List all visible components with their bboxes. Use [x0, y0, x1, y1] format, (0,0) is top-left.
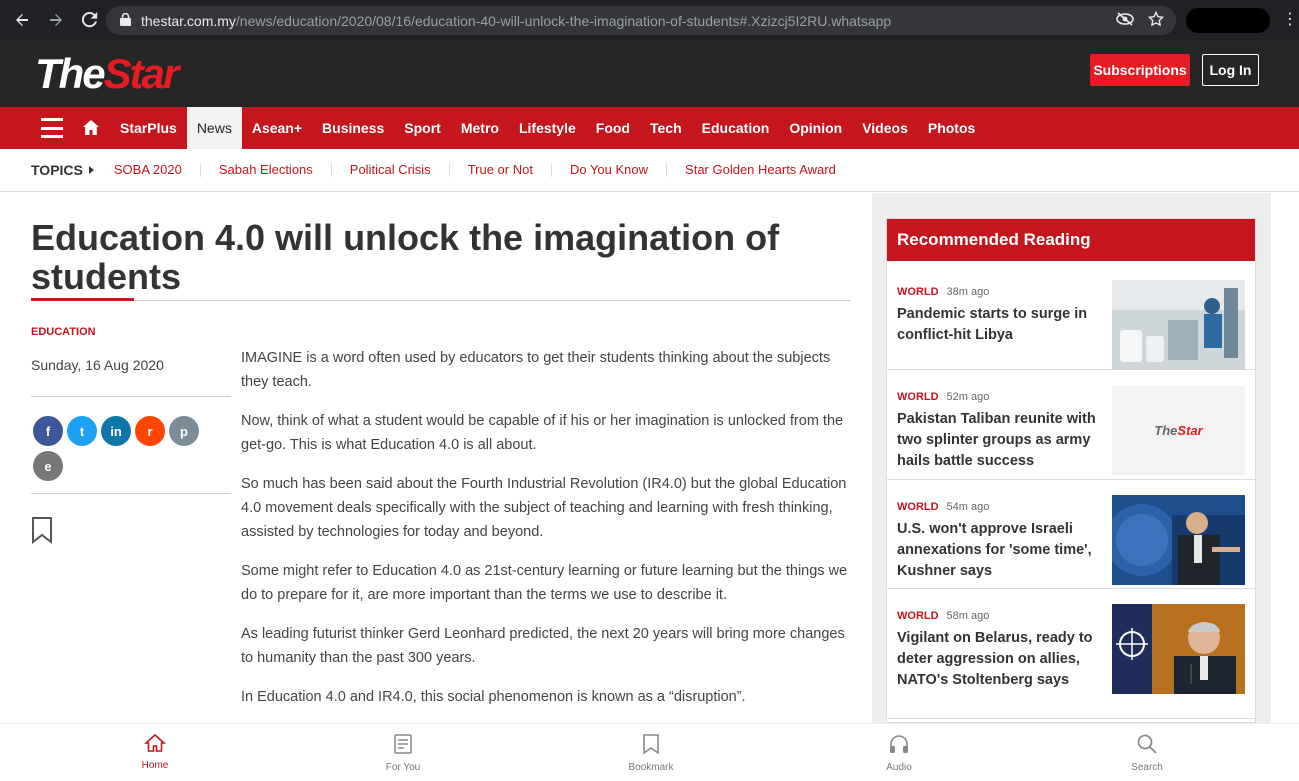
article-paragraph: In Education 4.0 and IR4.0, this social … — [241, 689, 746, 705]
login-button[interactable]: Log In — [1202, 54, 1259, 86]
subscriptions-button[interactable]: Subscriptions — [1090, 54, 1190, 86]
recommended-item[interactable]: WORLD 38m ago Pandemic starts to surge in… — [887, 262, 1255, 370]
divider — [31, 493, 231, 494]
star-bookmark-icon[interactable] — [1147, 10, 1165, 30]
headline-accent — [31, 298, 134, 301]
back-icon[interactable] — [8, 6, 36, 34]
bottom-nav-home[interactable]: Home — [115, 733, 195, 771]
topics-bar: TOPICS SOBA 2020 Sabah Elections Political… — [0, 149, 1299, 192]
topic-link[interactable]: SOBA 2020 — [96, 163, 201, 177]
nav-item-photos[interactable]: Photos — [918, 107, 985, 149]
article-category[interactable]: EDUCATION — [31, 326, 96, 338]
home-icon — [143, 733, 167, 756]
facebook-share-icon[interactable]: f — [33, 416, 63, 446]
rec-category[interactable]: WORLD — [897, 501, 939, 513]
nav-item-sport[interactable]: Sport — [394, 107, 451, 149]
rec-category[interactable]: WORLD — [897, 610, 939, 622]
nav-item-food[interactable]: Food — [586, 107, 640, 149]
masthead: TheStar Subscriptions Log In — [0, 40, 1299, 107]
rec-time: 58m ago — [946, 610, 990, 622]
bottom-nav-search[interactable]: Search — [1107, 733, 1187, 773]
url-path: /news/education/2020/08/16/education-40-… — [235, 12, 892, 29]
triangle-right-icon — [88, 166, 94, 174]
nav-item-education[interactable]: Education — [692, 107, 780, 149]
rec-title[interactable]: Pakistan Taliban reunite with two splint… — [897, 409, 1097, 472]
nav-items: StarPlus News Asean+ Business Sport Metro Life… — [110, 107, 985, 149]
browser-toolbar: thestar.com.my/news/education/2020/08/16… — [0, 0, 1299, 40]
bottom-nav: Home For You Bookmark Audio Search — [0, 723, 1299, 781]
nav-item-lifestyle[interactable]: Lifestyle — [509, 107, 586, 149]
bookmark-icon — [642, 733, 660, 758]
rec-time: 54m ago — [946, 501, 990, 513]
article-body: IMAGINE is a word often used by educator… — [241, 346, 851, 724]
article-paragraph: IMAGINE is a word often used by educator… — [241, 350, 831, 390]
twitter-share-icon[interactable]: t — [67, 416, 97, 446]
topic-link[interactable]: Do You Know — [552, 163, 668, 177]
bottom-nav-for-you[interactable]: For You — [363, 733, 443, 773]
topics-list: SOBA 2020 Sabah Elections Political Crisis… — [96, 163, 854, 177]
rec-thumbnail[interactable] — [1112, 495, 1245, 585]
url-host: thestar.com.my — [141, 12, 236, 29]
rec-category[interactable]: WORLD — [897, 286, 939, 298]
recommended-item[interactable]: WORLD 52m ago Pakistan Taliban reunite wi… — [887, 370, 1255, 480]
rec-time: 38m ago — [946, 286, 990, 298]
topic-link[interactable]: Sabah Elections — [201, 163, 332, 177]
home-icon[interactable] — [82, 119, 100, 141]
nav-item-starplus[interactable]: StarPlus — [110, 107, 187, 149]
search-icon — [1136, 733, 1158, 758]
rec-title[interactable]: Pandemic starts to surge in conflict-hit… — [897, 304, 1097, 346]
article-paragraph: Now, think of what a student would be ca… — [241, 413, 844, 453]
newspaper-icon — [393, 733, 413, 758]
nav-item-videos[interactable]: Videos — [852, 107, 918, 149]
rec-thumbnail[interactable] — [1112, 280, 1245, 370]
profile-avatar[interactable] — [1186, 8, 1270, 33]
article-headline: Education 4.0 will unlock the imaginatio… — [31, 217, 780, 297]
article-date: Sunday, 16 Aug 2020 — [31, 357, 164, 373]
bottom-nav-bookmark[interactable]: Bookmark — [611, 733, 691, 773]
email-share-icon[interactable]: e — [33, 451, 63, 481]
placeholder-logo: TheStar — [1154, 423, 1203, 438]
print-icon[interactable]: p — [169, 416, 199, 446]
rec-title[interactable]: U.S. won't approve Israeli annexations f… — [897, 519, 1097, 582]
topic-link[interactable]: Star Golden Hearts Award — [667, 163, 854, 177]
site-logo[interactable]: TheStar — [35, 52, 179, 96]
more-menu-icon[interactable]: ⋮ — [1282, 10, 1298, 30]
article-paragraph: So much has been said about the Fourth I… — [241, 476, 847, 540]
bookmark-icon[interactable] — [31, 516, 53, 549]
topic-link[interactable]: True or Not — [450, 163, 552, 177]
nav-item-news[interactable]: News — [186, 107, 242, 149]
eye-slash-icon[interactable] — [1116, 12, 1134, 29]
reload-icon[interactable] — [76, 6, 104, 34]
headphones-icon — [888, 733, 910, 758]
menu-icon[interactable] — [41, 118, 63, 138]
rec-title[interactable]: Vigilant on Belarus, ready to deter aggr… — [897, 628, 1097, 691]
divider — [31, 396, 231, 397]
bottom-nav-audio[interactable]: Audio — [859, 733, 939, 773]
rec-time: 52m ago — [946, 391, 990, 403]
recommended-item[interactable]: WORLD 58m ago Vigilant on Belarus, ready … — [887, 589, 1255, 719]
rec-thumbnail[interactable]: TheStar — [1112, 386, 1245, 475]
topic-link[interactable]: Political Crisis — [332, 163, 450, 177]
forward-icon[interactable] — [42, 6, 70, 34]
rec-category[interactable]: WORLD — [897, 391, 939, 403]
main-nav: StarPlus News Asean+ Business Sport Metro Life… — [0, 107, 1299, 149]
nav-item-metro[interactable]: Metro — [451, 107, 509, 149]
nav-item-asean[interactable]: Asean+ — [242, 107, 312, 149]
linkedin-share-icon[interactable]: in — [101, 416, 131, 446]
nav-item-opinion[interactable]: Opinion — [779, 107, 852, 149]
rec-thumbnail[interactable] — [1112, 604, 1245, 694]
headline-divider — [31, 300, 851, 301]
address-bar[interactable]: thestar.com.my/news/education/2020/08/16… — [106, 6, 1176, 35]
recommended-item[interactable]: WORLD 54m ago U.S. won't approve Israeli … — [887, 480, 1255, 589]
reddit-share-icon[interactable]: r — [135, 416, 165, 446]
article-paragraph: Some might refer to Education 4.0 as 21s… — [241, 563, 848, 603]
topics-label: TOPICS — [31, 162, 94, 178]
article-paragraph: As leading futurist thinker Gerd Leonhar… — [241, 626, 845, 666]
nav-item-business[interactable]: Business — [312, 107, 394, 149]
recommended-heading: Recommended Reading — [887, 219, 1255, 261]
nav-item-tech[interactable]: Tech — [640, 107, 692, 149]
lock-icon — [120, 12, 131, 29]
